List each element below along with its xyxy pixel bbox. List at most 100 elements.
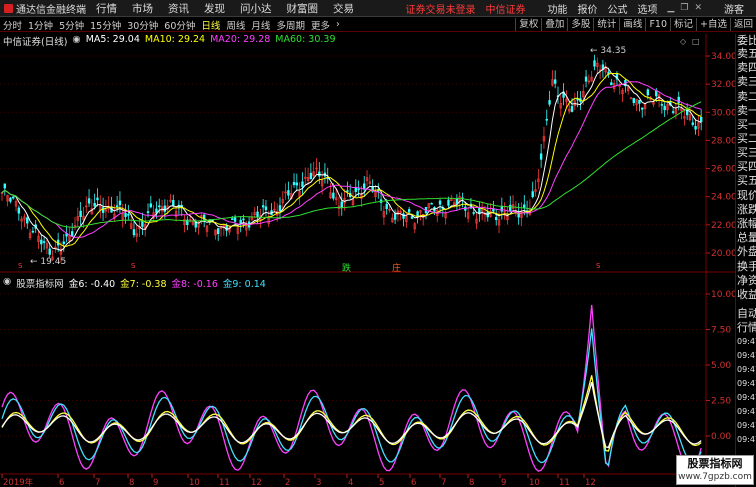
candle-body (539, 153, 543, 160)
candle-body (500, 206, 504, 212)
price-tick-label: 30.00 (711, 108, 735, 118)
candle-body (553, 79, 557, 84)
sidebar-item: 09:47 (737, 337, 756, 346)
date-tick-label: 8 (129, 478, 134, 487)
candle-body (149, 203, 153, 208)
indicator-info-line: ◉ 股票指标网 金6: -0.40 金7: -0.38 金8: -0.16 金9… (3, 276, 266, 290)
date-tick-label: 8 (469, 478, 474, 487)
date-tick-label: 7 (95, 478, 100, 487)
candle-body (447, 199, 450, 206)
candle-body (40, 239, 43, 245)
price-tick-label: 24.00 (711, 193, 735, 203)
candle-body (242, 218, 245, 221)
candle-body (158, 205, 161, 208)
g6-line (1, 382, 702, 449)
sidebar-item: 行情 (737, 321, 756, 334)
candle-body (492, 208, 495, 212)
candle-body (523, 204, 526, 209)
sidebar-item: 09:47 (737, 351, 756, 360)
candle-body (545, 118, 548, 121)
chart-shape-icon: ◇ (680, 37, 687, 46)
candle-body (455, 198, 459, 205)
candle-body (141, 220, 144, 227)
ind-tick-label: 5.00 (711, 361, 731, 371)
date-tick-label: 5 (379, 478, 384, 487)
candle-body (17, 207, 21, 214)
sidebar-item: 买一 (737, 118, 756, 131)
sidebar-item: 总量 (737, 231, 756, 244)
sidebar-item: 净资 (737, 274, 756, 287)
candle-body (172, 200, 175, 206)
sidebar-item: 09:47 (737, 435, 756, 444)
signal-marker: S (131, 262, 136, 270)
candle-body (124, 212, 127, 218)
candle-body (385, 203, 388, 210)
candle-body (632, 98, 636, 103)
g8-value: 金8: -0.16 (171, 279, 218, 290)
price-tick-label: 20.00 (711, 249, 735, 259)
price-tick-label: 26.00 (711, 165, 735, 175)
candle-body (233, 217, 237, 222)
date-tick-label: 6 (59, 478, 64, 487)
sidebar-item: 09:47 (737, 421, 756, 430)
g7-line (1, 375, 702, 452)
price-tick-label: 28.00 (711, 136, 735, 146)
sidebar-item: 收益 (737, 288, 756, 301)
sidebar-item: 09:47 (737, 407, 756, 416)
sidebar-item: 卖五 (737, 47, 756, 60)
candle-body (115, 205, 119, 208)
kline-chart[interactable]: 34.00 32.00 30.00 28.00 26.00 24.00 22.00 20.00… (0, 0, 735, 487)
candle-body (548, 100, 551, 105)
candle-body (472, 212, 475, 214)
indicator-title: 股票指标网 (16, 279, 64, 290)
candle-body (48, 248, 51, 255)
candle-body (217, 228, 220, 234)
ma60-value: MA60: 30.39 (275, 34, 336, 45)
ma10-value: MA10: 29.24 (144, 34, 206, 45)
candle-body (357, 188, 360, 191)
candle-body (146, 211, 150, 214)
candle-body (671, 111, 675, 113)
settings-dot-icon[interactable]: ◉ (72, 34, 80, 48)
ind-tick-label: 10.00 (711, 290, 735, 300)
date-tick-label: 12 (585, 478, 596, 487)
sidebar-item: 买五 (737, 174, 756, 187)
candle-body (278, 205, 282, 212)
sidebar-item: 买四 (737, 160, 756, 173)
candle-body (663, 105, 666, 111)
price-tick-label: 32.00 (711, 80, 735, 90)
candle-body (660, 104, 664, 106)
price-tick-label: 22.00 (711, 221, 735, 231)
signal-marker: S (596, 262, 601, 270)
date-tick-label: 10 (189, 478, 200, 487)
candle-body (646, 89, 650, 96)
candle-body (340, 201, 343, 208)
candle-body (593, 60, 596, 67)
candle-body (96, 197, 99, 201)
candle-body (309, 172, 313, 180)
indicator-dot-icon[interactable]: ◉ (3, 276, 11, 290)
price-tick-label: 34.00 (711, 52, 735, 62)
date-tick-label: 7 (441, 478, 446, 487)
candle-body (163, 205, 167, 212)
date-tick-label: 11 (559, 478, 570, 487)
g9-line (1, 328, 702, 466)
sidebar-item: 09:47 (737, 393, 756, 402)
date-tick-label: 9 (153, 478, 158, 487)
candle-body (42, 241, 46, 243)
candle-body (610, 82, 613, 86)
candle-body (407, 209, 411, 213)
candle-body (118, 200, 122, 206)
ma5-value: MA5: 29.04 (85, 34, 140, 45)
candle-body (295, 182, 299, 186)
candle-body (346, 190, 349, 192)
candle-body (438, 200, 442, 205)
signal-marker: S (18, 262, 23, 270)
candle-body (101, 207, 105, 213)
candle-body (332, 192, 335, 199)
candle-body (9, 197, 12, 202)
date-tick-label: 4 (348, 478, 353, 487)
candle-body (31, 230, 35, 233)
sidebar-item: 卖一 (737, 104, 756, 117)
sidebar-item: 外盘 (737, 245, 756, 258)
